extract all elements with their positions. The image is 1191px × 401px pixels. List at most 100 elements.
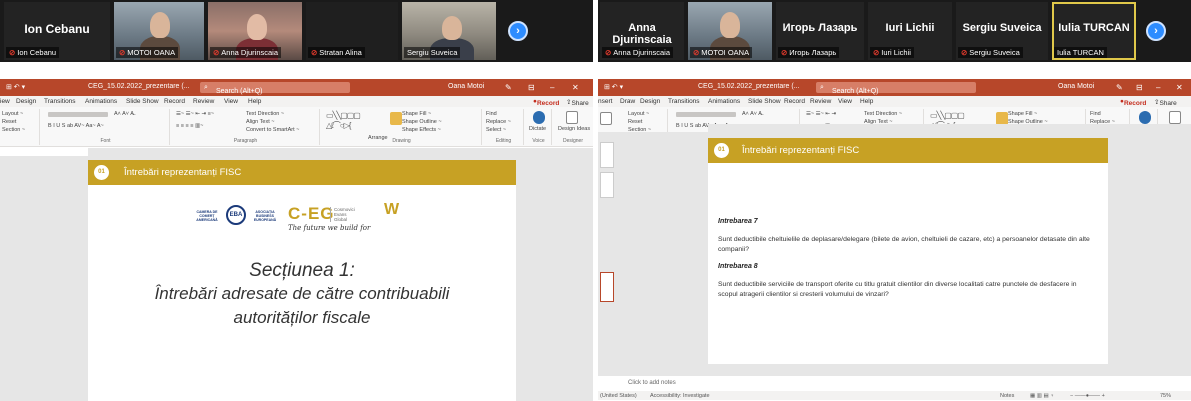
section-button[interactable]: Section ~ (2, 127, 25, 133)
share-button[interactable]: ⇪ Share (566, 98, 589, 107)
ribbon-display-icon[interactable]: ⊟ (1136, 83, 1143, 92)
slide-thumbnail[interactable] (600, 172, 614, 198)
list-icons[interactable]: ☰~ ☰~ ⇤ ⇥ (806, 111, 836, 117)
list-icons[interactable]: ☰~ ☰~ ⇤ ⇥ ≡~ (176, 111, 214, 117)
language-indicator[interactable]: (United States) (600, 393, 637, 399)
record-button[interactable]: ● Record (533, 98, 559, 107)
participant-tile[interactable]: Sergiu Suveica (402, 2, 496, 60)
shape-fill-button[interactable]: Shape Fill ~ (402, 111, 431, 117)
font-format-icons[interactable]: B I U S ab AV~ Aa~ A~ (48, 123, 104, 129)
view-buttons[interactable]: ▦ ▥ ▤ ♀ (1030, 393, 1054, 399)
tab-view[interactable]: View (224, 98, 238, 105)
accessibility-button[interactable]: Accessibility: Investigate (650, 393, 710, 399)
text-direction-button[interactable]: Text Direction ~ (864, 111, 902, 117)
layout-button[interactable]: Layout ~ (2, 111, 23, 117)
reset-button[interactable]: Reset (2, 119, 16, 125)
design-ideas-button[interactable]: Design Ideas (558, 126, 590, 132)
microphone-icon[interactable] (1139, 111, 1151, 124)
font-size-icons[interactable]: A˄ A˅ A̶ (742, 111, 762, 117)
tab-review[interactable]: Review (810, 98, 831, 105)
tab-slide-show[interactable]: Slide Show (126, 98, 159, 105)
layout-button[interactable]: Layout ~ (628, 111, 649, 117)
next-page-button[interactable]: › (1146, 21, 1166, 41)
find-button[interactable]: Find (1090, 111, 1101, 117)
close-icon[interactable]: ✕ (572, 83, 579, 92)
close-icon[interactable]: ✕ (1176, 83, 1183, 92)
select-button[interactable]: Select ~ (486, 127, 506, 133)
smartart-button[interactable]: Convert to SmartArt ~ (246, 127, 299, 133)
document-name[interactable]: CEG_15.02.2022_prezentare (... (698, 83, 800, 90)
tab-view[interactable]: View (838, 98, 852, 105)
design-ideas-icon[interactable] (1169, 111, 1181, 124)
participant-tile[interactable]: ⊘ Stratan Alina (306, 2, 398, 60)
tab-help[interactable]: Help (248, 98, 261, 105)
align-icons[interactable]: ≡ ≡ ≡ ≡ ▥~ (176, 123, 203, 129)
tab-design[interactable]: Design (640, 98, 660, 105)
minimize-icon[interactable]: – (1156, 83, 1160, 92)
font-name-select[interactable] (676, 112, 736, 117)
participant-tile[interactable]: Ion Cebanu ⊘ Ion Cebanu (4, 2, 110, 60)
notes-placeholder[interactable]: Click to add notes (628, 380, 676, 386)
tab-help[interactable]: Help (860, 98, 873, 105)
notes-button[interactable]: Notes (1000, 393, 1014, 399)
zoom-slider[interactable]: − ——●—— + (1070, 393, 1105, 399)
search-input[interactable]: ⌕ Search (Alt+Q) (816, 82, 976, 95)
participant-tile-active[interactable]: Iulia TURCAN Iulia TURCAN (1052, 2, 1136, 60)
align-text-button[interactable]: Align Text ~ (246, 119, 275, 125)
shape-effects-button[interactable]: Shape Effects ~ (402, 127, 441, 133)
slide-canvas[interactable]: 01 Întrebări reprezentanți FISC CAMERA D… (88, 160, 516, 401)
tab-animations[interactable]: Animations (708, 98, 740, 105)
minimize-icon[interactable]: – (550, 83, 554, 92)
next-page-button[interactable]: › (508, 21, 528, 41)
tab-slide-show[interactable]: Slide Show (748, 98, 781, 105)
slide-thumbnail[interactable] (600, 142, 614, 168)
pen-icon[interactable]: ✎ (1116, 83, 1123, 92)
font-name-select[interactable] (48, 112, 108, 117)
slide-thumbnail-selected[interactable] (600, 272, 614, 302)
tab-record[interactable]: Record (784, 98, 805, 105)
tab-review[interactable]: Review (193, 98, 214, 105)
shape-outline-button[interactable]: Shape Outline ~ (402, 119, 442, 125)
design-ideas-icon[interactable] (566, 111, 578, 124)
ribbon-display-icon[interactable]: ⊟ (528, 83, 535, 92)
tab-record[interactable]: Record (164, 98, 185, 105)
search-input[interactable]: ⌕ Search (Alt+Q) (200, 82, 350, 95)
record-button[interactable]: ● Record (1120, 98, 1146, 107)
replace-button[interactable]: Replace ~ (486, 119, 511, 125)
reset-button[interactable]: Reset (628, 119, 642, 125)
zoom-level[interactable]: 75% (1160, 393, 1171, 399)
text-direction-button[interactable]: Text Direction ~ (246, 111, 284, 117)
user-name[interactable]: Oana Motoi (1058, 83, 1094, 90)
shapes-gallery[interactable]: ▭╲╲▢▢▢ (326, 111, 361, 120)
quick-styles-icon[interactable] (390, 112, 402, 125)
participant-tile[interactable]: ⊘ MOTOI OANA (114, 2, 204, 60)
tab-insert-partial[interactable]: nsert (598, 98, 612, 105)
find-button[interactable]: Find (486, 111, 497, 117)
tab-draw[interactable]: Draw (620, 98, 635, 105)
microphone-icon[interactable] (533, 111, 545, 124)
document-name[interactable]: CEG_15.02.2022_prezentare (... (88, 83, 190, 90)
pen-icon[interactable]: ✎ (505, 83, 512, 92)
new-slide-icon[interactable] (600, 112, 612, 125)
participant-tile[interactable]: Игорь Лазарь ⊘ Игорь Лазарь (776, 2, 864, 60)
dictate-button[interactable]: Dictate (529, 126, 546, 132)
shapes-gallery[interactable]: ▭╲╲▢▢▢ (930, 111, 965, 120)
participant-tile[interactable]: Sergiu Suveica ⊘ Sergiu Suveica (956, 2, 1048, 60)
quick-access-icons[interactable]: ⊞ ↶ ▾ (6, 83, 25, 91)
shapes-gallery-row2[interactable]: △ℓ⌒○▷{ (326, 120, 351, 131)
quick-access-icons[interactable]: ⊞ ↶ ▾ (604, 83, 623, 91)
tab-design[interactable]: Design (16, 98, 36, 105)
tab-animations[interactable]: Animations (85, 98, 117, 105)
participant-tile[interactable]: Anna Djurinscaia ⊘ Anna Djurinscaia (600, 2, 684, 60)
participant-tile[interactable]: ⊘ MOTOI OANA (688, 2, 772, 60)
tab-transitions[interactable]: Transitions (44, 98, 76, 105)
participant-tile[interactable]: ⊘ Anna Djurinscaia (208, 2, 302, 60)
tab-transitions[interactable]: Transitions (668, 98, 700, 105)
shape-fill-button[interactable]: Shape Fill ~ (1008, 111, 1037, 117)
participant-tile[interactable]: Iuri Lichii ⊘ Iuri Lichii (868, 2, 952, 60)
font-size-icons[interactable]: A˄ A˅ A̶ (114, 111, 134, 117)
tab-view-partial[interactable]: iew (0, 98, 10, 105)
slide-canvas[interactable]: 01 Întrebări reprezentanți FISC Intrebar… (708, 138, 1108, 364)
user-name[interactable]: Oana Motoi (448, 83, 484, 90)
share-button[interactable]: ⇪ Share (1154, 98, 1177, 107)
